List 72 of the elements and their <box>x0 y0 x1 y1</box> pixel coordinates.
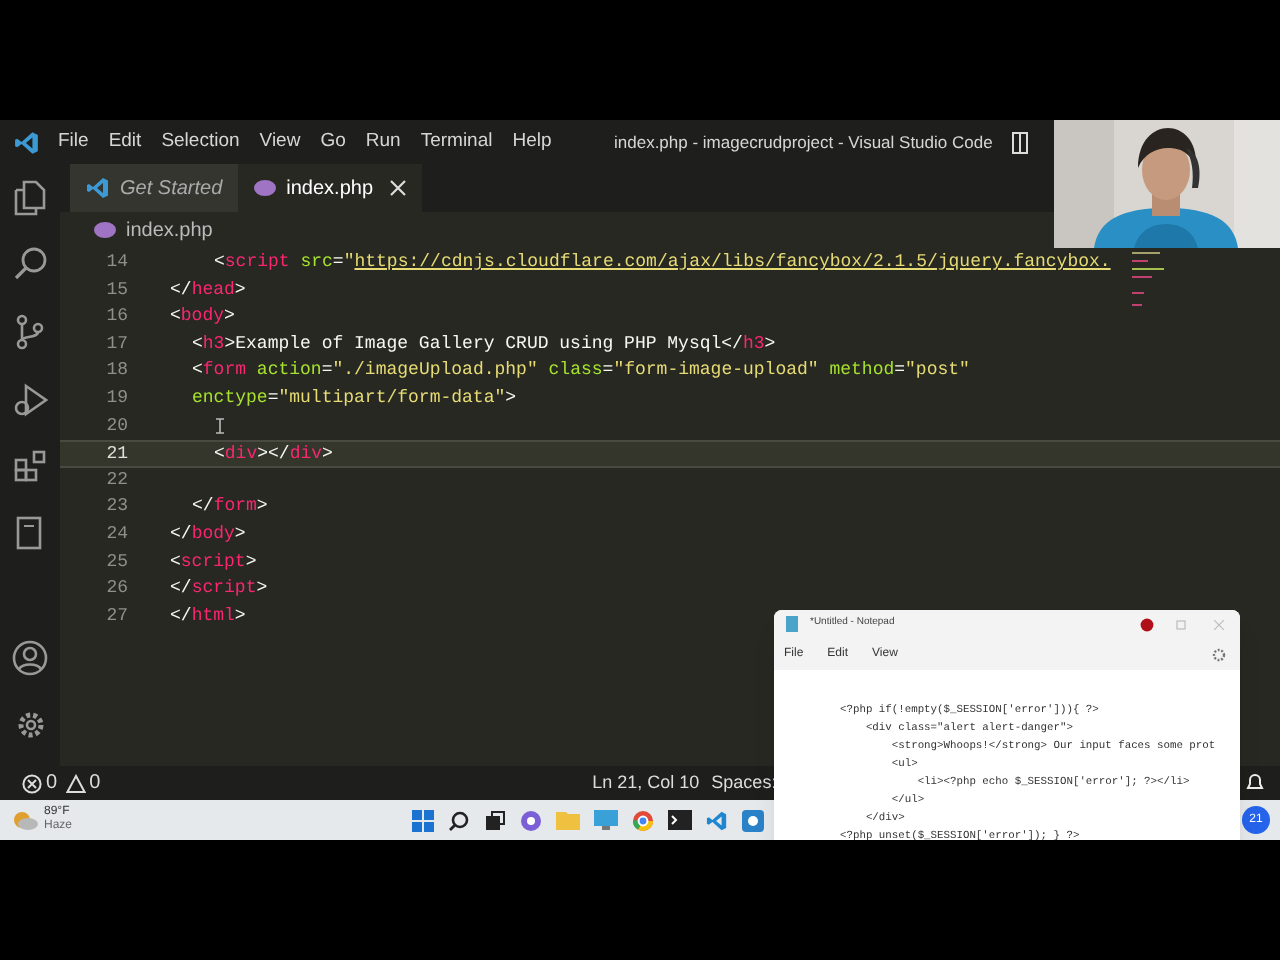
line-number: 19 <box>104 385 128 412</box>
app-logo-icon <box>86 176 110 200</box>
menu-item[interactable]: Selection <box>161 127 240 157</box>
code-editor-icon[interactable] <box>706 809 729 831</box>
notepad-icon <box>786 616 798 632</box>
app-icon[interactable] <box>742 809 765 831</box>
window-title: index.php - imagecrudproject - Visual Studio Code <box>614 129 993 155</box>
book-icon[interactable] <box>16 516 44 550</box>
line-number: 25 <box>104 549 128 576</box>
line-number: 26 <box>104 576 128 603</box>
layout-icon[interactable] <box>1012 131 1029 153</box>
menu-item[interactable]: Help <box>512 127 552 157</box>
close-icon[interactable] <box>389 180 406 196</box>
search-icon[interactable] <box>13 246 47 280</box>
record-icon <box>1140 617 1154 631</box>
menu-item[interactable]: View <box>259 127 301 157</box>
app-logo-icon <box>14 129 40 155</box>
code-line: </script> <box>170 576 268 603</box>
breadcrumb-item[interactable]: index.php <box>126 215 213 245</box>
code-line: <form action="./imageUpload.php" class="form-image-upload" method="post" <box>192 358 970 385</box>
menu-item[interactable]: Edit <box>108 127 142 157</box>
error-count[interactable]: 0 <box>46 768 58 798</box>
line-number: 16 <box>104 304 128 331</box>
php-file-icon <box>94 222 116 238</box>
code-line: </html> <box>170 603 246 630</box>
run-debug-icon[interactable] <box>13 382 47 418</box>
search-icon[interactable] <box>448 809 471 831</box>
line-number: 24 <box>104 521 128 548</box>
files-icon[interactable] <box>14 180 46 216</box>
code-line: </body> <box>170 521 246 548</box>
monitor-icon[interactable] <box>594 810 619 830</box>
code-line: <div></div> <box>214 442 333 466</box>
line-number: 20 <box>104 413 128 440</box>
indentation-status[interactable]: Spaces: <box>711 769 777 797</box>
code-line: <body> <box>170 304 235 331</box>
bell-icon[interactable] <box>1246 772 1264 792</box>
menu-item[interactable]: Go <box>320 127 346 157</box>
line-number: 23 <box>104 494 128 521</box>
line-number: 27 <box>104 603 128 630</box>
line-number: 21 <box>104 442 128 466</box>
text-cursor-icon <box>216 418 224 434</box>
account-icon[interactable] <box>12 640 48 676</box>
code-line: </head> <box>170 277 246 304</box>
code-line: <h3>Example of Image Gallery CRUD using PHP Mysql</h3> <box>192 331 776 358</box>
warning-icon[interactable] <box>65 773 86 793</box>
menu-item[interactable]: Run <box>365 127 401 157</box>
editor-tab[interactable]: index.php <box>238 164 422 212</box>
warning-count[interactable]: 0 <box>89 768 101 798</box>
chat-icon[interactable] <box>520 809 543 831</box>
code-line: <script> <box>170 549 257 576</box>
menu-item[interactable]: Terminal <box>420 127 493 157</box>
source-control-icon[interactable] <box>14 314 46 350</box>
editor-tab[interactable]: Get Started <box>70 164 239 212</box>
error-icon[interactable] <box>22 773 42 793</box>
task-view-icon[interactable] <box>484 809 507 831</box>
code-line: enctype="multipart/form-data"> <box>192 385 517 412</box>
php-file-icon <box>254 180 277 196</box>
cursor-position[interactable]: Ln 21, Col 10 <box>592 769 700 797</box>
line-number: 17 <box>104 331 128 358</box>
line-number: 14 <box>104 250 128 276</box>
line-number: 18 <box>104 358 128 385</box>
line-number: 22 <box>104 467 128 494</box>
settings-icon[interactable] <box>13 708 47 742</box>
terminal-icon[interactable] <box>668 810 693 830</box>
browser-icon[interactable] <box>632 809 655 831</box>
line-number: 15 <box>104 277 128 304</box>
extensions-icon[interactable] <box>13 450 47 484</box>
start-icon[interactable] <box>412 809 435 831</box>
code-line: </form> <box>192 494 268 521</box>
settings-icon[interactable] <box>1212 647 1226 661</box>
menu-item[interactable]: File <box>58 127 89 157</box>
code-line: <script src="https://cdnjs.cloudflare.com/ajax/libs/fancybox/2.1.5/jquery.fancybox. <box>214 250 1111 276</box>
